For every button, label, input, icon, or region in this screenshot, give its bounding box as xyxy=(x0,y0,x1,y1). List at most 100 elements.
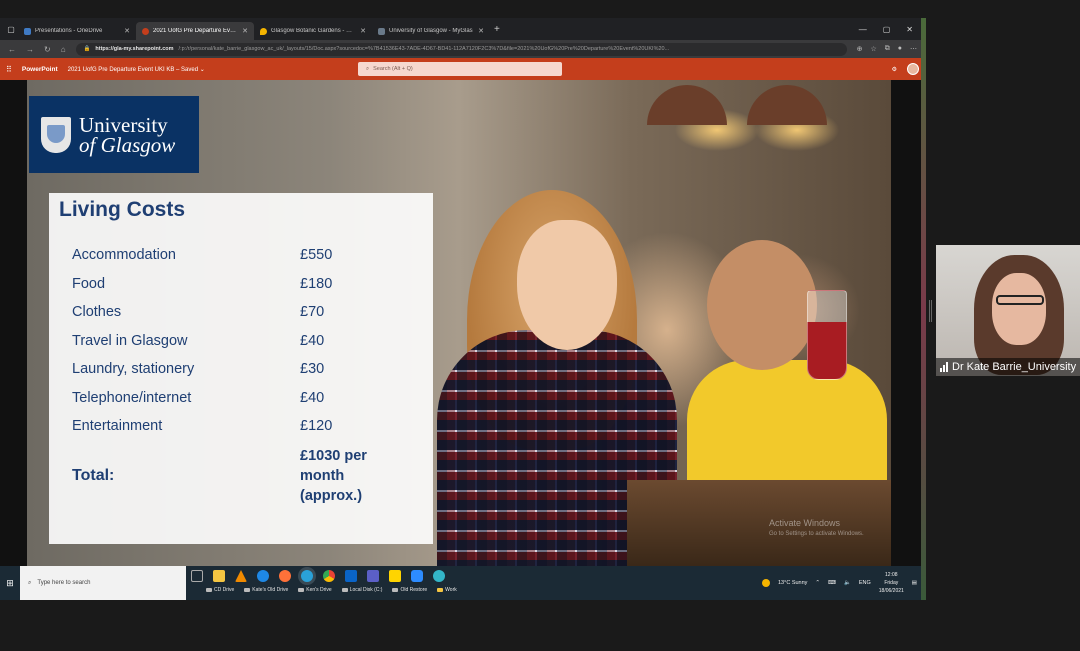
close-tab-icon[interactable]: ✕ xyxy=(478,27,484,35)
search-icon: ⌕ xyxy=(366,65,370,72)
cost-row: Clothes £70 xyxy=(72,304,325,320)
url-path: /:p:/r/personal/kate_barrie_glasgow_ac_u… xyxy=(178,46,670,52)
header-right: ⚙ xyxy=(892,63,919,75)
sun-icon xyxy=(762,579,770,587)
folder-icon xyxy=(437,588,444,592)
task-view-icon[interactable] xyxy=(191,570,203,582)
living-costs-panel: Living Costs Accommodation £550 Food £18… xyxy=(49,193,433,544)
chrome-icon[interactable] xyxy=(323,570,335,582)
browser-toolbar: ⊕ ☆ ⧉ ● ⋯ xyxy=(857,45,917,53)
url-host: https://gla-my.sharepoint.com xyxy=(95,46,174,52)
cost-row: Accommodation £550 xyxy=(72,247,333,263)
university-crest-icon xyxy=(378,27,385,35)
total-amount: £1030 per month (approx.) xyxy=(300,448,367,504)
panel-resize-handle[interactable] xyxy=(929,300,932,322)
drive-shortcut[interactable]: Old Restore xyxy=(392,587,427,593)
desktop-edge xyxy=(921,18,926,600)
zoom-icon[interactable] xyxy=(411,570,423,582)
drive-icon xyxy=(206,588,212,592)
close-tab-icon[interactable]: ✕ xyxy=(360,27,366,35)
pendant-lamp-image xyxy=(747,85,827,125)
tray-chevron-icon[interactable]: ⌃ xyxy=(815,580,820,586)
woman-face-image xyxy=(517,220,617,350)
back-icon[interactable]: ← xyxy=(8,45,16,54)
forward-icon[interactable]: → xyxy=(26,45,34,54)
more-icon[interactable]: ⋯ xyxy=(910,45,917,53)
browser-tab[interactable]: Glasgow Botanic Gardens - Goo ✕ xyxy=(254,22,372,40)
teams-icon[interactable] xyxy=(367,570,379,582)
drive-shortcut[interactable]: Work xyxy=(437,587,457,593)
app-launcher-icon[interactable]: ⠿ xyxy=(6,65,12,74)
vlc-icon[interactable] xyxy=(235,570,247,582)
powerpoint-header: ⠿ PowerPoint 2021 UofG Pre Departure Eve… xyxy=(0,58,925,80)
participant-video-tile[interactable]: Dr Kate Barrie_University xyxy=(936,245,1080,376)
search-icon: ⌕ xyxy=(28,579,32,586)
windows-taskbar: ⊞ ⌕ Type here to search CD Drive Kate's … xyxy=(0,566,925,600)
new-tab-button[interactable]: + xyxy=(494,24,500,35)
university-logo: University of Glasgow xyxy=(29,96,199,173)
outlook-icon[interactable] xyxy=(345,570,357,582)
notifications-icon[interactable]: ▤ xyxy=(912,580,917,586)
favorite-icon[interactable]: ☆ xyxy=(870,45,876,53)
refresh-icon[interactable]: ↻ xyxy=(44,45,51,54)
maximize-icon[interactable]: ▢ xyxy=(883,25,891,34)
search-box[interactable]: ⌕ Search (Alt + Q) xyxy=(358,62,562,76)
drive-shortcut[interactable]: Local Disk (C:) xyxy=(341,587,382,593)
clock[interactable]: 12:08 Friday 18/06/2021 xyxy=(879,571,904,595)
taskbar-apps: CD Drive Kate's Old Drive Ken's Drive Lo… xyxy=(186,566,467,600)
drive-shortcuts: CD Drive Kate's Old Drive Ken's Drive Lo… xyxy=(186,583,467,597)
file-explorer-icon[interactable] xyxy=(213,570,225,582)
network-icon[interactable]: ⌨ xyxy=(828,580,836,586)
app-name[interactable]: PowerPoint xyxy=(22,66,58,73)
windows-start-icon[interactable]: ⊞ xyxy=(0,566,20,600)
close-tab-icon[interactable]: ✕ xyxy=(124,27,130,35)
browser-tab-active[interactable]: 2021 UofG Pre Departure Event ✕ xyxy=(136,22,254,40)
drive-shortcut[interactable]: CD Drive xyxy=(206,587,234,593)
volume-icon[interactable]: 🔈 xyxy=(844,580,851,586)
sticky-notes-icon[interactable] xyxy=(389,570,401,582)
activate-windows-watermark: Activate Windows Go to Settings to activ… xyxy=(769,518,864,537)
onedrive-icon xyxy=(24,27,31,35)
slide: University of Glasgow Living Costs Accom… xyxy=(27,80,891,566)
crest-icon xyxy=(41,116,71,153)
close-tab-icon[interactable]: ✕ xyxy=(242,27,248,35)
browser-tab[interactable]: University of Glasgow - MyGlas ✕ xyxy=(372,22,490,40)
window-menu-icon[interactable]: ▢ xyxy=(4,22,18,36)
home-icon[interactable]: ⌂ xyxy=(61,45,66,54)
url-field[interactable]: 🔒 https://gla-my.sharepoint.com /:p:/r/pe… xyxy=(75,42,847,56)
window-controls: — ▢ ✕ xyxy=(859,25,925,34)
drive-icon xyxy=(341,588,348,592)
collections-icon[interactable]: ⧉ xyxy=(885,45,890,53)
maps-pin-icon xyxy=(260,27,267,35)
profile-icon[interactable]: ● xyxy=(898,45,902,53)
document-title[interactable]: 2021 UofG Pre Departure Event UKI KB – S… xyxy=(68,66,205,73)
drive-shortcut[interactable]: Kate's Old Drive xyxy=(244,587,288,593)
close-icon[interactable]: ✕ xyxy=(906,25,913,34)
total-row: Total: £1030 per month (approx.) xyxy=(72,446,412,506)
participant-face xyxy=(992,273,1046,345)
drive-icon xyxy=(244,588,251,592)
browser-tab[interactable]: Presentations - OneDrive ✕ xyxy=(18,22,136,40)
lock-icon: 🔒 xyxy=(83,46,91,52)
wine-glass-image xyxy=(807,290,847,380)
edge-active-icon[interactable] xyxy=(301,570,313,582)
firefox-icon[interactable] xyxy=(279,570,291,582)
pendant-lamp-image xyxy=(647,85,727,125)
drive-shortcut[interactable]: Ken's Drive xyxy=(298,587,332,593)
system-tray: 13°C Sunny ⌃ ⌨ 🔈 ENG 12:08 Friday 18/06/… xyxy=(762,571,925,595)
drive-icon xyxy=(298,588,305,592)
app-icon[interactable] xyxy=(433,570,445,582)
zoom-icon[interactable]: ⊕ xyxy=(857,45,863,53)
participant-name-label: Dr Kate Barrie_University xyxy=(936,358,1080,376)
edge-icon[interactable] xyxy=(257,570,269,582)
weather-widget[interactable]: 13°C Sunny xyxy=(778,580,807,586)
browser-tab-bar: ▢ Presentations - OneDrive ✕ 2021 UofG P… xyxy=(0,18,925,40)
participant-glasses xyxy=(996,295,1044,305)
minimize-icon[interactable]: — xyxy=(859,25,867,34)
language-indicator[interactable]: ENG xyxy=(859,580,871,586)
taskbar-search[interactable]: ⌕ Type here to search xyxy=(20,566,186,600)
avatar[interactable] xyxy=(907,63,919,75)
settings-gear-icon[interactable]: ⚙ xyxy=(892,66,897,73)
cost-row: Telephone/internet £40 xyxy=(72,390,325,406)
drive-icon xyxy=(392,588,399,592)
